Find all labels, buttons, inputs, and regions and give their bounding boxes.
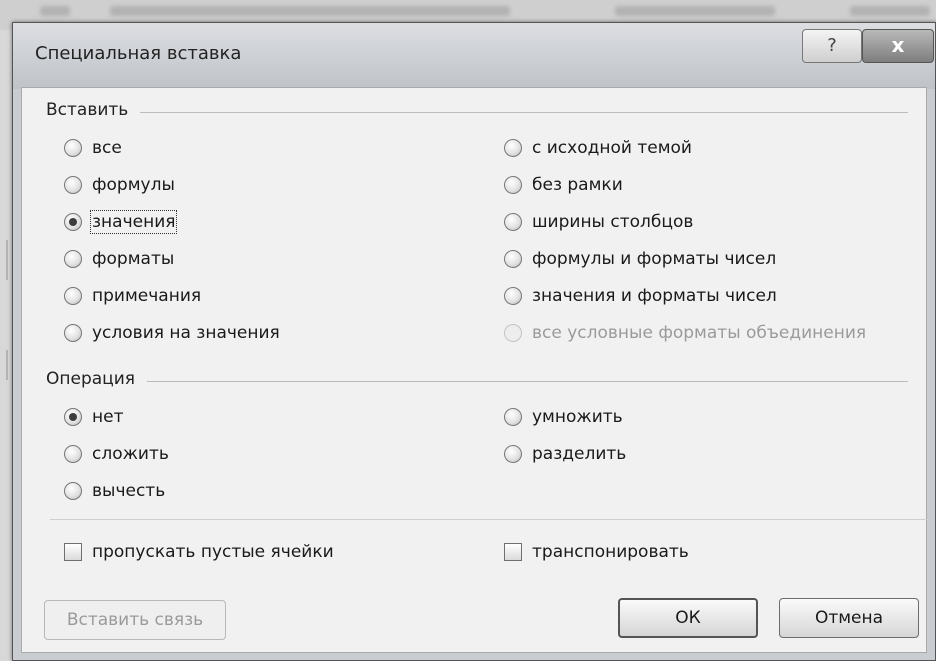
radio-label: разделить [532,444,627,464]
section-divider [50,519,930,520]
radio-paste-source-theme[interactable]: с исходной темой [504,138,692,158]
background-blur [40,6,70,16]
radio-icon [64,176,82,194]
radio-icon-selected [64,213,82,231]
radio-icon [64,482,82,500]
radio-operation-add[interactable]: сложить [64,444,169,464]
close-button[interactable]: x [862,29,934,63]
radio-paste-validation[interactable]: условия на значения [64,323,280,343]
dialog-body: Вставить все формулы значения форматы пр… [21,87,930,653]
radio-paste-column-widths[interactable]: ширины столбцов [504,212,693,232]
radio-paste-no-borders[interactable]: без рамки [504,175,623,195]
group-divider [140,112,908,113]
background-blur [110,6,510,16]
radio-label: форматы [92,249,175,269]
radio-operation-none[interactable]: нет [64,407,123,427]
radio-icon [504,176,522,194]
radio-icon [64,324,82,342]
radio-icon [64,250,82,268]
radio-label: все [92,138,122,158]
radio-label: условия на значения [92,323,280,343]
radio-operation-subtract[interactable]: вычесть [64,481,165,501]
radio-icon [504,445,522,463]
radio-icon-selected [64,408,82,426]
radio-icon [504,139,522,157]
radio-operation-multiply[interactable]: умножить [504,407,623,427]
background-blur [615,6,775,16]
background-blur [6,350,8,380]
background-blur [850,6,930,16]
radio-operation-divide[interactable]: разделить [504,444,626,464]
help-button[interactable]: ? [802,29,862,63]
ok-button[interactable]: ОК [618,598,758,638]
radio-label: все условные форматы объединения [532,323,867,343]
cancel-button[interactable]: Отмена [779,598,919,638]
radio-label: умножить [532,407,623,427]
radio-icon-disabled [504,324,522,342]
operation-group-label: Операция [46,369,136,389]
dialog-title: Специальная вставка [35,43,242,64]
radio-label: ширины столбцов [532,212,694,232]
radio-paste-merge-conditional-formats: все условные форматы объединения [504,323,866,343]
radio-icon [504,213,522,231]
radio-label: примечания [92,286,202,306]
radio-icon [64,445,82,463]
radio-icon [504,287,522,305]
background-blur [6,240,8,280]
title-bar[interactable]: Специальная вставка ? x [13,23,935,89]
radio-paste-all[interactable]: все [64,138,122,158]
radio-paste-formulas-number-formats[interactable]: формулы и форматы чисел [504,249,776,269]
checkbox-icon [504,543,522,561]
checkbox-label: транспонировать [532,542,689,562]
paste-special-dialog: Специальная вставка ? x Вставить все фор… [12,22,936,661]
radio-label: сложить [92,444,169,464]
radio-icon [64,287,82,305]
radio-label: вычесть [92,481,166,501]
radio-label: значения и форматы чисел [532,286,777,306]
paste-link-button: Вставить связь [44,600,226,640]
checkbox-transpose[interactable]: транспонировать [504,542,689,562]
radio-paste-values-number-formats[interactable]: значения и форматы чисел [504,286,777,306]
radio-icon [504,250,522,268]
radio-icon [64,139,82,157]
radio-paste-comments[interactable]: примечания [64,286,201,306]
radio-paste-formats[interactable]: форматы [64,249,174,269]
checkbox-label: пропускать пустые ячейки [92,542,334,562]
checkbox-skip-blanks[interactable]: пропускать пустые ячейки [64,542,334,562]
checkbox-icon [64,543,82,561]
radio-paste-values[interactable]: значения [64,210,178,234]
radio-label: формулы и форматы чисел [532,249,777,269]
radio-label: формулы [92,175,175,195]
radio-label: значения [89,210,178,234]
radio-icon [504,408,522,426]
radio-label: с исходной темой [532,138,692,158]
paste-group-label: Вставить [46,100,129,120]
radio-label: нет [92,407,124,427]
group-divider [147,381,908,382]
radio-label: без рамки [532,175,623,195]
radio-paste-formulas[interactable]: формулы [64,175,175,195]
